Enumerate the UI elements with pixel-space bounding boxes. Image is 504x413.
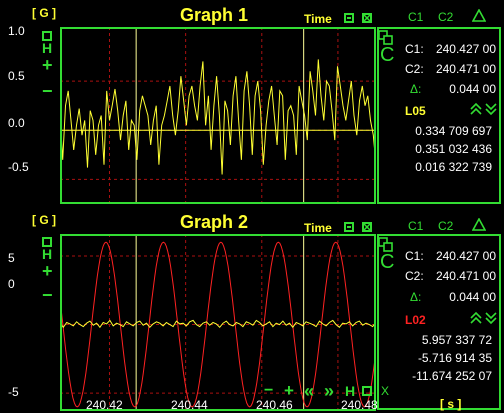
- graph2-zoom-out-icon[interactable]: −: [42, 286, 53, 304]
- graph1-close-icon[interactable]: [362, 13, 372, 23]
- graph1-delta-icon[interactable]: [472, 9, 486, 22]
- graph2-zoom-in-icon[interactable]: +: [42, 262, 53, 280]
- graph2-c1-header[interactable]: C1: [408, 219, 423, 233]
- graph2-delta-value: 0.044 00: [449, 290, 496, 304]
- graph2-trace-nav-icon[interactable]: [470, 311, 500, 325]
- graph2-fit-icon[interactable]: H: [42, 246, 52, 262]
- graph1-c1-header[interactable]: C1: [408, 10, 423, 24]
- graph1-trace-value-1: 0.334 709 697: [415, 124, 492, 138]
- window-x-icon[interactable]: [362, 386, 372, 396]
- graph2-c2-header[interactable]: C2: [438, 219, 453, 233]
- graph1-time-label: Time: [304, 12, 332, 26]
- graph1-ytick-2: 0.5: [8, 69, 25, 83]
- graph2-close-icon[interactable]: [362, 222, 372, 232]
- graph1-series-L05: [60, 59, 376, 175]
- xtick-1: 240.42: [86, 398, 123, 412]
- xtick-3: 240.46: [256, 398, 293, 412]
- graph2-time-label: Time: [304, 221, 332, 235]
- graph2-unit: [ G ]: [32, 213, 56, 227]
- scroll-right-button[interactable]: »: [324, 381, 334, 402]
- graph1-c-label[interactable]: C: [380, 44, 394, 67]
- graph1-zoom-out-icon[interactable]: −: [42, 82, 53, 100]
- graph2-ytick-2: 0: [8, 277, 15, 291]
- xtick-4: 240.48: [341, 398, 378, 412]
- graph1-c1-value: 240.427 00: [435, 42, 496, 56]
- graph2-trace-value-2: -5.716 914 35: [417, 351, 492, 365]
- graph1-c2-value: 240.471 00: [435, 62, 496, 76]
- graph1-zoom-in-icon[interactable]: +: [42, 56, 53, 74]
- graph2-ytick-1: 5: [8, 251, 15, 265]
- close-x-button[interactable]: X: [381, 384, 389, 398]
- graph1-ytick-3: 0.0: [8, 116, 25, 130]
- graph2-delta-icon[interactable]: [472, 218, 486, 231]
- fit-x-button[interactable]: H: [345, 383, 355, 399]
- graph2-ytick-3: -5: [8, 385, 19, 399]
- graph1-trace-value-3: 0.016 322 739: [415, 160, 492, 174]
- graph1-c2-header[interactable]: C2: [438, 10, 453, 24]
- graph2-c2-value: 240.471 00: [435, 269, 496, 283]
- graph1-trace-label: L05: [405, 104, 426, 118]
- graph2-minimize-icon[interactable]: [344, 222, 354, 232]
- graph2-trace-value-3: -11.674 252 07: [412, 369, 492, 383]
- graph2-c1-value: 240.427 00: [435, 249, 496, 263]
- graph1-frame: [60, 27, 376, 204]
- graph1-fit-icon[interactable]: H: [42, 40, 52, 56]
- graph2-c-label[interactable]: C: [380, 251, 394, 274]
- x-axis-unit: [ s ]: [440, 397, 462, 411]
- graph1-minimize-icon[interactable]: [344, 13, 354, 23]
- graph2-series-noise: [60, 319, 376, 329]
- scroll-left-button[interactable]: «: [304, 381, 314, 402]
- graph1-unit: [ G ]: [32, 6, 56, 20]
- graph1-ytick-4: -0.5: [8, 160, 29, 174]
- graph2-trace-label: L02: [405, 313, 426, 327]
- graph1-title: Graph 1: [180, 5, 249, 25]
- graph2-trace-value-1: 5.957 337 72: [421, 333, 492, 347]
- graph1-delta-value: 0.044 00: [449, 82, 496, 96]
- graph1-ytick-1: 1.0: [8, 24, 25, 38]
- graph1-plot[interactable]: [60, 27, 376, 204]
- graph2-title: Graph 2: [180, 212, 249, 232]
- graph1-trace-value-2: 0.351 032 436: [415, 142, 492, 156]
- graph1-trace-nav-icon[interactable]: [470, 102, 500, 116]
- xtick-2: 240.44: [171, 398, 208, 412]
